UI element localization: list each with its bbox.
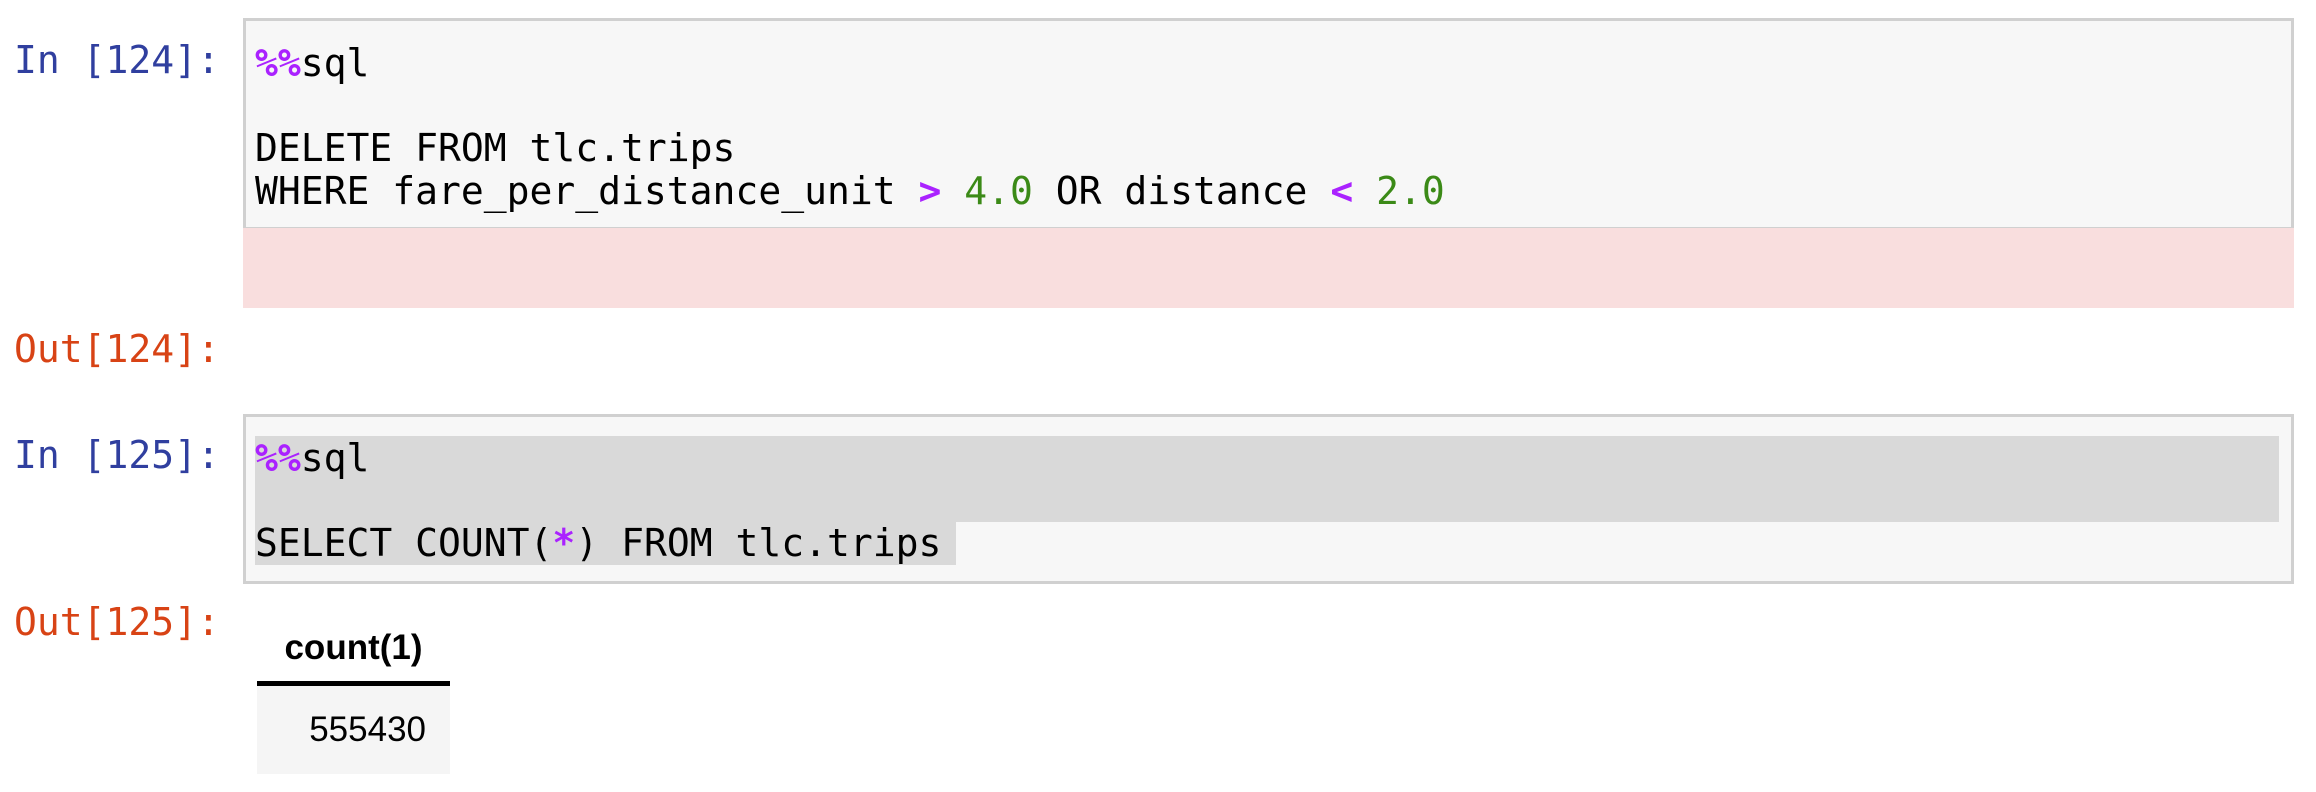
out-prompt-124: Out[124]: <box>14 327 220 371</box>
out-prompt-125: Out[125]: <box>14 600 220 644</box>
number-literal: 2.0 <box>1376 169 1445 213</box>
operator-star: * <box>552 521 576 565</box>
code-text: OR distance <box>1032 169 1331 213</box>
code-line-delete: DELETE FROM tlc.trips <box>255 126 736 170</box>
table-cell: 555430 <box>257 686 450 774</box>
magic-command: sql <box>300 436 370 480</box>
code-line-magic: %%sql <box>255 436 369 480</box>
text-selection <box>255 436 2279 522</box>
magic-command: sql <box>300 41 370 85</box>
operator-gt: > <box>918 169 942 213</box>
code-text: WHERE fare_per_distance_unit <box>255 169 919 213</box>
code-line-magic: %%sql <box>255 41 369 85</box>
stderr-output-area <box>243 228 2294 308</box>
magic-symbol: %% <box>255 41 301 85</box>
code-editor-125[interactable]: %%sql SELECT COUNT(*) FROM tlc.trips <box>243 414 2294 584</box>
in-prompt-124: In [124]: <box>14 38 220 82</box>
number-literal: 4.0 <box>964 169 1033 213</box>
code-text: SELECT COUNT( <box>255 521 553 565</box>
code-editor-124[interactable]: %%sql DELETE FROM tlc.trips WHERE fare_p… <box>243 18 2294 230</box>
result-table: count(1) 555430 <box>257 620 450 774</box>
operator-lt: < <box>1330 169 1354 213</box>
code-line-select: SELECT COUNT(*) FROM tlc.trips <box>255 521 941 565</box>
magic-symbol: %% <box>255 436 301 480</box>
in-prompt-125: In [125]: <box>14 433 220 477</box>
code-line-where: WHERE fare_per_distance_unit > 4.0 OR di… <box>255 169 1445 213</box>
table-header-cell: count(1) <box>257 620 450 686</box>
code-text: ) FROM tlc.trips <box>575 521 942 565</box>
